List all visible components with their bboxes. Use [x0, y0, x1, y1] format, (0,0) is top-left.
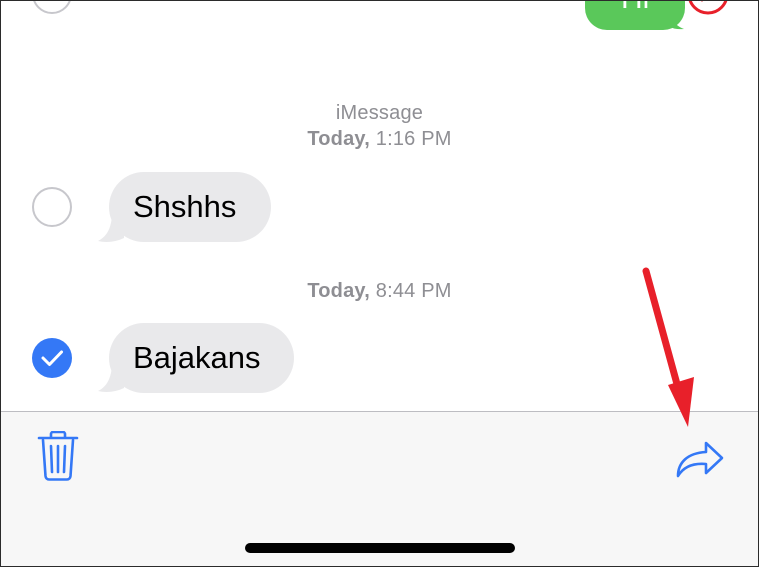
message-bubble-1[interactable]: Shshhs [109, 172, 271, 242]
timestamp-1: Today, 1:16 PM [0, 128, 759, 151]
messages-edit-screen: Hi iMessage Today, 1:16 PM Shshhs Today,… [0, 0, 759, 567]
select-circle-message-1[interactable] [32, 187, 72, 227]
annotation-circle [688, 0, 728, 15]
message-text-2: Bajakans [133, 340, 261, 375]
home-indicator[interactable] [245, 543, 515, 553]
forward-arrow-icon[interactable] [674, 439, 726, 479]
sent-message-text: Hi [621, 0, 649, 16]
select-circle-message-2-checked[interactable] [32, 338, 72, 378]
select-circle-previous[interactable] [32, 0, 72, 14]
checkmark-icon [41, 350, 63, 366]
trash-icon[interactable] [36, 431, 80, 481]
annotation-arrow [642, 267, 694, 427]
timestamp-1-day: Today, [307, 128, 371, 150]
message-text-1: Shshhs [133, 189, 237, 224]
sent-bubble-tail [662, 5, 684, 30]
timestamp-2-day: Today, [307, 280, 371, 302]
timestamp-1-time: 1:16 PM [375, 128, 452, 150]
service-label: iMessage [335, 102, 424, 124]
timestamp-2-time: 8:44 PM [375, 280, 452, 302]
message-bubble-2[interactable]: Bajakans [109, 323, 294, 393]
